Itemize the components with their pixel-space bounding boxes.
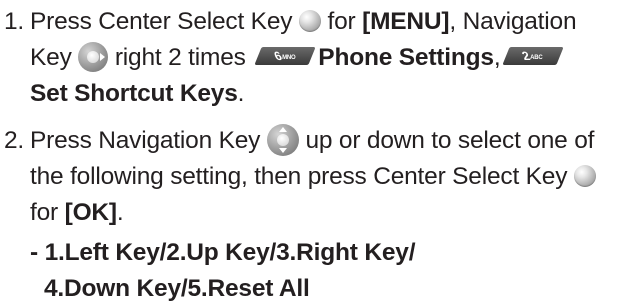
step-text: . (116, 199, 124, 226)
step-text: . (237, 80, 245, 107)
step-number: 1. (4, 8, 25, 35)
step-number: 2. (4, 127, 25, 154)
step-text: for (30, 199, 65, 226)
step-1-line-2: Key right 2 times 6MNO Phone Settings, 2AB… (30, 40, 628, 76)
ok-label: [OK] (64, 199, 117, 226)
keycap-6-icon: 6MNO (254, 46, 316, 65)
step-text: Press Navigation Key (30, 127, 261, 154)
options-line-1: - 1.Left Key/2.Up Key/3.Right Key/ (30, 239, 416, 266)
keycap-2-icon: 2ABC (502, 46, 565, 65)
step-text: , Navigation (449, 8, 577, 35)
keycap-letters: MNO (281, 54, 296, 61)
menu-label: [MENU] (362, 8, 450, 35)
options-line-2: 4.Down Key/5.Reset All (44, 275, 310, 302)
center-select-key-icon (298, 9, 321, 32)
set-shortcut-keys-label: Set Shortcut Keys (30, 80, 238, 107)
step-text: Press Center Select Key (30, 8, 293, 35)
step-2-line-3: for [OK]. (30, 195, 628, 231)
navigation-key-up-down-icon (266, 123, 299, 156)
step-text: the following setting, then press Center… (30, 163, 568, 190)
instruction-document: 1. Press Center Select Key for [MENU], N… (4, 4, 628, 307)
step-2-line-1: Press Navigation Key up or down to selec… (30, 123, 628, 159)
step-1-line-3: Set Shortcut Keys. (30, 76, 628, 112)
navigation-key-right-icon (78, 41, 109, 72)
step-1-line-1: Press Center Select Key for [MENU], Navi… (30, 4, 628, 40)
step-text: right 2 times (108, 44, 253, 71)
step-text: up or down to select one of (298, 127, 595, 154)
step-1: 1. Press Center Select Key for [MENU], N… (4, 4, 628, 112)
setting-options: - 1.Left Key/2.Up Key/3.Right Key/ 4.Dow… (30, 235, 628, 307)
phone-settings-label: Phone Settings (318, 44, 494, 71)
step-2: 2. Press Navigation Key up or down to se… (4, 123, 628, 307)
step-text: Key (30, 44, 72, 71)
keycap-letters: ABC (530, 54, 543, 61)
step-text: for (320, 8, 363, 35)
center-select-key-icon (573, 164, 596, 187)
step-2-line-2: the following setting, then press Center… (30, 159, 628, 195)
step-text: , (493, 44, 501, 71)
